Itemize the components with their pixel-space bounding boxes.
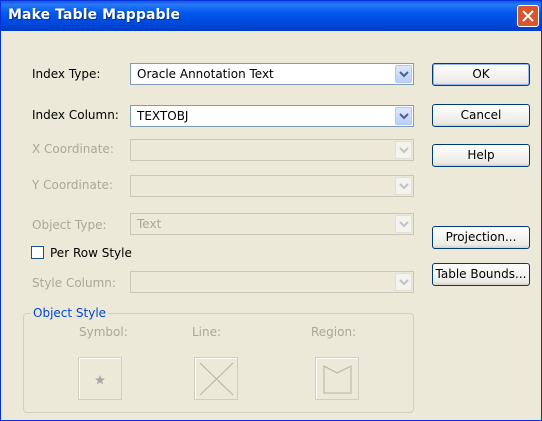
object-type-value: Text [137,217,162,231]
index-column-label: Index Column: [32,108,119,122]
index-column-select[interactable]: TEXTOBJ [130,105,414,127]
region-label: Region: [311,325,357,339]
symbol-label: Symbol: [79,325,128,339]
y-coordinate-label: Y Coordinate: [32,178,113,192]
object-type-select[interactable]: Text [130,213,414,235]
star-symbol-icon [95,375,105,385]
help-button[interactable]: Help [432,144,530,167]
line-style-icon [199,362,234,396]
line-style-button[interactable] [194,357,238,400]
table-bounds-button[interactable]: Table Bounds... [432,263,530,286]
title-bar[interactable]: Make Table Mappable [1,1,541,31]
y-coordinate-select[interactable] [130,175,414,197]
per-row-style-label[interactable]: Per Row Style [50,246,132,260]
dialog-title: Make Table Mappable [8,7,181,23]
object-style-title: Object Style [31,306,109,320]
chevron-down-icon[interactable] [395,107,412,125]
ok-button[interactable]: OK [432,63,530,86]
line-label: Line: [192,325,222,339]
x-coordinate-label: X Coordinate: [32,142,114,156]
projection-button[interactable]: Projection... [432,226,530,249]
style-column-label: Style Column: [32,276,116,290]
cancel-button[interactable]: Cancel [432,104,530,127]
chevron-down-icon[interactable] [395,177,412,195]
chevron-down-icon[interactable] [395,215,412,233]
symbol-style-button[interactable] [78,357,122,400]
close-button[interactable] [517,5,539,27]
region-style-icon [323,365,352,394]
x-coordinate-select[interactable] [130,139,414,161]
index-type-label: Index Type: [32,67,101,81]
per-row-style-checkbox[interactable] [31,246,44,259]
index-column-value: TEXTOBJ [137,109,189,123]
chevron-down-icon[interactable] [395,273,412,291]
chevron-down-icon[interactable] [395,65,412,83]
region-style-button[interactable] [315,357,359,400]
index-type-value: Oracle Annotation Text [137,67,274,81]
chevron-down-icon[interactable] [395,141,412,159]
object-type-label: Object Type: [32,218,107,232]
style-column-select[interactable] [130,271,414,293]
dialog-window: Make Table Mappable Index Type: Oracle A… [0,0,542,421]
index-type-select[interactable]: Oracle Annotation Text [130,63,414,85]
close-icon [522,10,534,22]
